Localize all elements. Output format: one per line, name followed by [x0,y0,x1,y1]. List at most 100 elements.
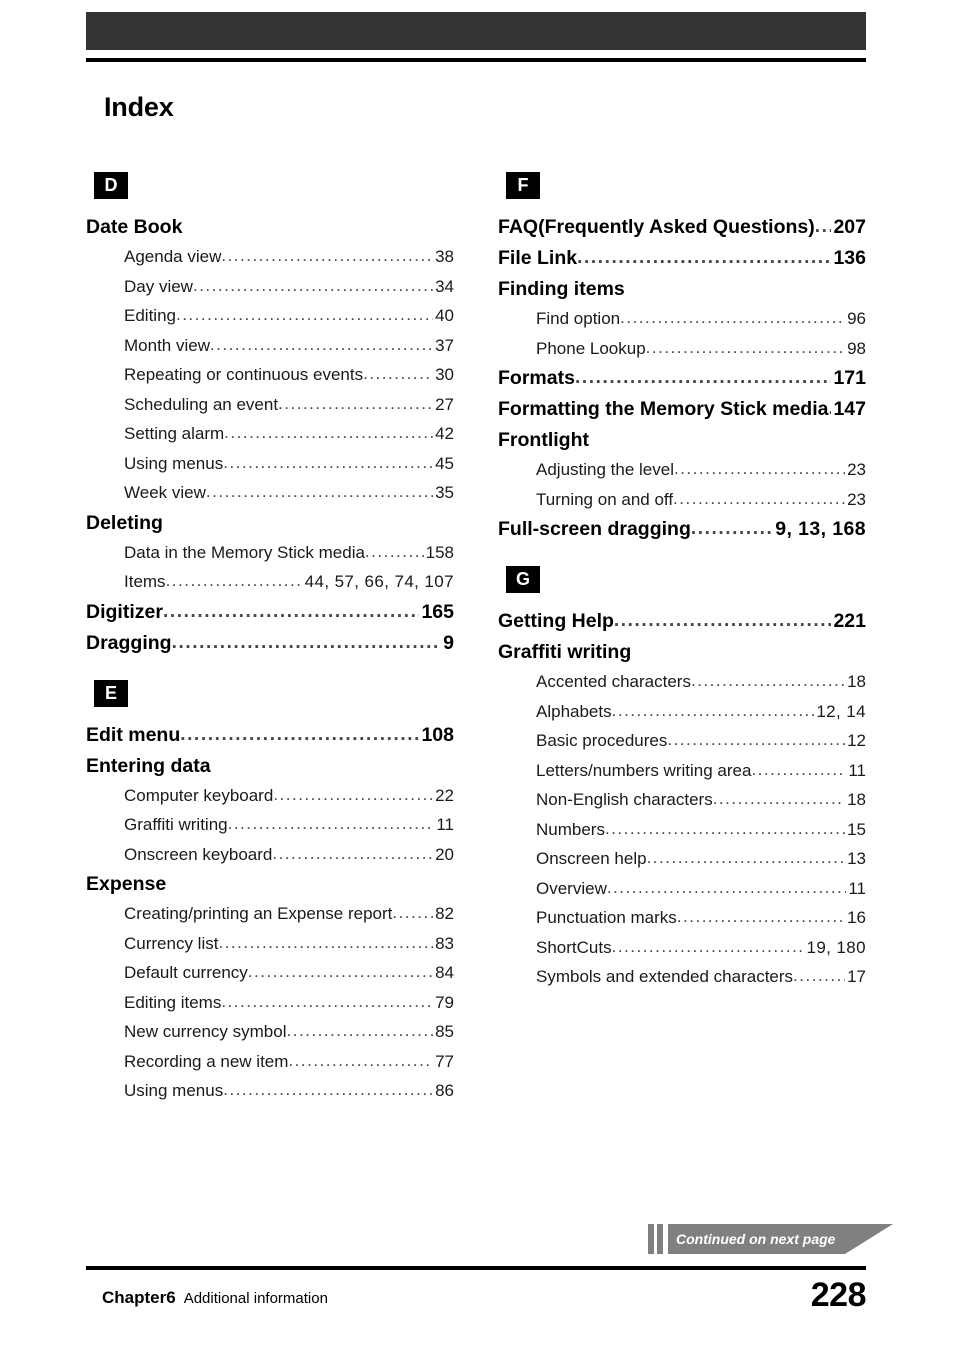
index-entry-main[interactable]: Entering data...........................… [86,751,454,781]
index-entry-page-number: 83 [435,933,454,953]
index-entry-sub[interactable]: Alphabets...............................… [498,697,866,727]
index-entry-sub[interactable]: ShortCuts...............................… [498,933,866,963]
index-entry-page-number: 79 [435,992,454,1012]
leader-dots: ........................................… [690,518,774,539]
index-columns: D Date Book..............................… [86,172,866,1106]
index-entry-main[interactable]: FAQ(Frequently Asked Questions).........… [498,212,866,243]
index-entry-label: Accented characters [536,672,691,691]
leader-dots: ........................................… [690,671,845,690]
index-entry-main[interactable]: Finding items...........................… [498,274,866,304]
index-entry-main[interactable]: Digitizer...............................… [86,597,454,628]
index-entry-sub[interactable]: Data in the Memory Stick media..........… [86,538,454,568]
index-entry-label: Currency list [124,933,219,953]
leader-dots: ........................................… [751,759,846,779]
index-entry-sub[interactable]: Basic procedures........................… [498,726,866,756]
index-entry-sub[interactable]: Onscreen keyboard.......................… [86,840,454,870]
index-entry-page-number: 12, 14 [816,701,866,721]
index-entry-page-number: 19, 180 [806,937,866,957]
index-entry-main[interactable]: Expense.................................… [86,869,454,899]
leader-dots: ........................................… [165,571,303,590]
index-entry-page-number: 20 [435,844,454,864]
letter-badge-f: F [506,172,540,199]
index-entry-sub[interactable]: Month view..............................… [86,331,454,361]
index-entry-page-number: 37 [435,335,454,355]
index-entry-sub[interactable]: Graffiti writing........................… [86,810,454,840]
index-entry-label: New currency symbol [124,1022,287,1041]
index-entry-page-number: 11 [848,760,866,780]
index-entry-sub[interactable]: Creating/printing an Expense report.....… [86,899,454,929]
index-entry-main[interactable]: Full-screen dragging....................… [498,514,866,545]
index-entry-label: Setting alarm [124,424,225,443]
index-entry-label: Formats [498,367,575,389]
index-entry-page-number: 27 [435,394,454,414]
leader-dots: ........................................… [205,482,433,501]
index-entry-main[interactable]: Getting Help............................… [498,606,866,637]
letter-group-e: E Edit menu..............................… [86,679,454,1106]
index-entry-sub[interactable]: Computer keyboard.......................… [86,781,454,811]
index-entry-main[interactable]: Frontlight..............................… [498,425,866,455]
leader-dots: ........................................… [278,393,434,413]
index-entry-sub[interactable]: Accented characters.....................… [498,667,866,697]
index-entry-sub[interactable]: Day view................................… [86,272,454,302]
index-entry-label: Expense [86,873,167,895]
index-entry-label: Deleting [86,511,163,534]
index-entry-sub[interactable]: Letters/numbers writing area............… [498,756,866,786]
index-entry-sub[interactable]: Scheduling an event.....................… [86,390,454,420]
index-entry-label: Phone Lookup [536,338,646,358]
index-entry-page-number: 35 [435,483,454,502]
index-entry-sub[interactable]: Phone Lookup............................… [498,334,866,364]
index-entry-label: Date Book [86,216,183,238]
index-entry-main[interactable]: Date Book...............................… [86,212,454,242]
index-entry-sub[interactable]: Non-English characters..................… [498,785,866,815]
index-entry-main[interactable]: Deleting................................… [86,508,454,538]
index-entry-sub[interactable]: Numbers.................................… [498,815,866,845]
index-entry-sub[interactable]: Default currency........................… [86,958,454,988]
index-entry-sub[interactable]: Using menus.............................… [86,1076,454,1106]
leader-dots: ........................................… [646,848,846,867]
letter-group-f: F FAQ(Frequently Asked Questions)........… [498,172,866,545]
index-entry-sub[interactable]: Agenda view.............................… [86,242,454,272]
index-entry-sub[interactable]: Symbols and extended characters.........… [498,962,866,992]
index-entry-sub[interactable]: Items...................................… [86,567,454,597]
index-entry-page-number: 165 [421,600,454,623]
index-entry-label: Symbols and extended characters [536,967,794,986]
letter-badge-d: D [94,172,128,199]
index-column-1: D Date Book..............................… [86,172,454,1106]
index-entry-sub[interactable]: Currency list...........................… [86,929,454,959]
index-entry-page-number: 86 [435,1081,454,1100]
index-entry-page-number: 82 [435,904,454,923]
header-decoration-bar [86,12,866,50]
index-entry-sub[interactable]: New currency symbol.....................… [86,1017,454,1047]
index-entry-sub[interactable]: Using menus.............................… [86,449,454,479]
index-entry-main[interactable]: Formatting the Memory Stick media.......… [498,394,866,425]
index-entry-sub[interactable]: Editing items...........................… [86,988,454,1018]
index-entry-sub[interactable]: Week view...............................… [86,478,454,508]
index-entry-label: FAQ(Frequently Asked Questions) [498,216,815,238]
index-entry-main[interactable]: File Link...............................… [498,243,866,274]
index-entry-sub[interactable]: Turning on and off......................… [498,485,866,515]
index-entry-sub[interactable]: Onscreen help...........................… [498,844,866,874]
index-entry-sub[interactable]: Adjusting the level.....................… [498,455,866,485]
index-entry-sub[interactable]: Find option.............................… [498,304,866,334]
index-entry-label: Onscreen keyboard [124,844,273,864]
index-entry-label: Overview [536,878,607,898]
index-entry-label: Formatting the Memory Stick media [498,398,829,420]
leader-dots: ........................................… [793,966,845,985]
index-entry-main[interactable]: Dragging................................… [86,628,454,659]
index-entry-label: Frontlight [498,429,589,451]
index-entry-sub[interactable]: Setting alarm...........................… [86,419,454,449]
index-entry-sub[interactable]: Punctuation marks.......................… [498,903,866,933]
index-entry-sub[interactable]: Overview................................… [498,874,866,904]
leader-dots: ........................................… [227,814,435,833]
leader-dots: ........................................… [712,789,845,808]
leader-dots: ........................................… [175,305,433,324]
index-entry-main[interactable]: Edit menu...............................… [86,720,454,751]
footer-rule [86,1266,866,1270]
index-entry-main[interactable]: Formats.................................… [498,363,866,394]
index-entry-sub[interactable]: Repeating or continuous events..........… [86,360,454,390]
index-entry-sub[interactable]: Recording a new item....................… [86,1047,454,1077]
index-entry-label: ShortCuts [536,937,612,957]
index-entry-main[interactable]: Graffiti writing........................… [498,637,866,667]
index-entry-page-number: 42 [435,424,454,443]
index-entry-sub[interactable]: Editing.................................… [86,301,454,331]
